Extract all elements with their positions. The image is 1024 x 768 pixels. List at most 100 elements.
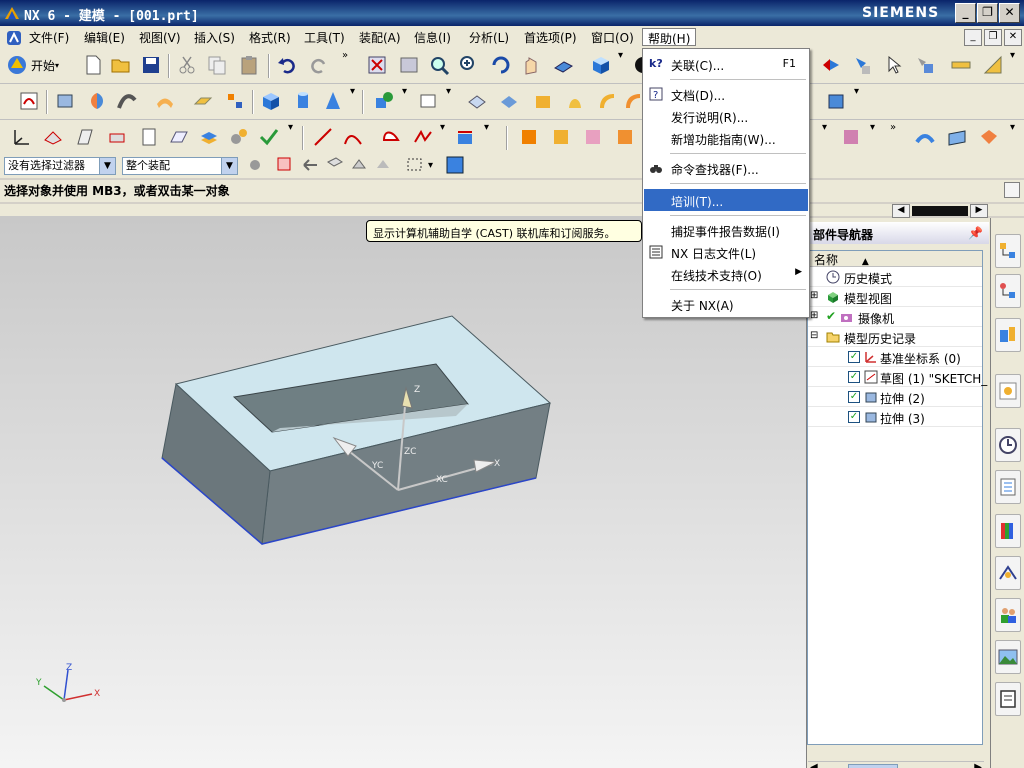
menu-information[interactable]: 信息(I) [409,28,456,46]
open-file-button[interactable] [108,52,134,78]
doc-restore-button[interactable]: ❐ [984,29,1002,46]
nx-app-icon[interactable] [4,5,20,21]
cylinder-button[interactable] [290,88,316,114]
toolbar-overflow-icon-2[interactable]: ▾ [1010,50,1015,61]
tree-node-model-views[interactable]: ⊞ 模型视图 [808,287,982,307]
boss-button[interactable] [562,88,588,114]
surface-ops-dropdown-icon[interactable]: ▾ [870,122,875,133]
menu-view[interactable]: 视图(V) [134,28,186,46]
menu-assembly[interactable]: 装配(A) [354,28,406,46]
mesh-button[interactable] [944,124,970,150]
check-dropdown-icon[interactable]: ▾ [288,122,293,133]
render-style-button[interactable] [588,52,614,78]
menu-format[interactable]: 格式(R) [244,28,296,46]
nav-scroll-thumb[interactable] [912,206,968,216]
select-all-button[interactable] [444,154,466,176]
close-button[interactable]: ✕ [999,3,1020,23]
pattern-button[interactable] [824,88,850,114]
block-button[interactable] [258,88,284,114]
through-curves-button[interactable] [912,124,938,150]
help-menu-item-documentation[interactable]: ? 文档(D)... [644,83,808,105]
selection-priority-button[interactable] [244,154,266,176]
help-menu-item-command-finder[interactable]: 命令查找器(F)... [644,157,808,179]
select-back-button[interactable] [300,154,322,176]
help-menu-item-release-notes[interactable]: 发行说明(R)... [644,105,808,127]
tree-node-extrude-3[interactable]: ✓ 拉伸 (3) [808,407,982,427]
sort-asc-icon[interactable]: ▲ [862,257,869,267]
visibility-checkbox[interactable]: ✓ [848,371,860,383]
reuse-library-tab[interactable] [995,374,1021,408]
roles-tab[interactable] [995,598,1021,632]
part-navigator-tab[interactable] [995,318,1021,352]
select-solid-button[interactable] [324,154,346,176]
chevron-down-icon[interactable]: ▼ [221,158,237,174]
rectangle-select-button[interactable] [404,154,426,176]
help-menu-item-whats-new[interactable]: 新增功能指南(W)... [644,127,808,149]
copy-button[interactable] [204,52,230,78]
unite-button[interactable] [372,88,398,114]
palette-tab[interactable] [995,514,1021,548]
type-filter-select[interactable]: 没有选择过滤器 ▼ [4,157,116,175]
point-select-button[interactable] [882,52,908,78]
process-studio-tab[interactable] [995,556,1021,590]
drafting-button[interactable] [166,124,192,150]
expand-plus-icon[interactable]: ⊞ [810,310,818,321]
chevron-down-icon[interactable]: ▼ [99,158,115,174]
visibility-checkbox[interactable]: ✓ [848,351,860,363]
help-menu-item-training[interactable]: 培训(T)... [644,189,808,211]
plane-button[interactable] [416,88,442,114]
sheet-button[interactable] [136,124,162,150]
curve-button[interactable] [410,124,436,150]
fill-surface-button[interactable] [976,124,1002,150]
help-menu-item-about[interactable]: 关于 NX(A) [644,293,808,315]
toolbar-overflow-icon-4[interactable]: ▾ [1010,122,1015,133]
history-palette-tab[interactable] [995,682,1021,716]
datum-plane-button[interactable] [190,88,216,114]
selection-scope-select[interactable]: 整个装配 ▼ [122,157,238,175]
save-button[interactable] [138,52,164,78]
nx-menu-icon[interactable] [6,30,22,46]
cone-button[interactable] [320,88,346,114]
assembly-button[interactable] [104,124,130,150]
expand-plus-icon[interactable]: ⊞ [810,290,818,301]
tree-column-header[interactable]: 名称 ▲ [808,251,982,267]
fit-view-button[interactable] [364,52,390,78]
surface-button[interactable] [152,88,178,114]
render-style-dropdown-icon[interactable]: ▾ [618,50,623,61]
new-file-button[interactable] [80,52,106,78]
nav-scroll-left-button[interactable]: ◀ [892,204,910,218]
sweep-button[interactable] [114,88,140,114]
menu-window[interactable]: 窗口(O) [586,28,639,46]
mate-button[interactable] [548,124,574,150]
orient-view-button[interactable] [850,52,876,78]
nav-scroll-right-button[interactable]: ▶ [970,204,988,218]
rectangle-select-dropdown-icon[interactable]: ▾ [428,160,433,171]
edge-blend-button[interactable] [464,88,490,114]
select-body-button[interactable] [372,154,394,176]
cut-button[interactable] [174,52,200,78]
pan-button[interactable] [518,52,544,78]
select-feature-button[interactable] [348,154,370,176]
layer-button[interactable] [196,124,222,150]
restore-button[interactable]: ❐ [977,3,998,23]
arc-button[interactable] [340,124,366,150]
menu-file[interactable]: 文件(F) [24,28,74,46]
menu-help[interactable]: 帮助(H) [642,28,697,46]
navigator-horizontal-scrollbar[interactable]: ◀ ▶ [808,761,984,768]
view-section-button[interactable] [40,124,66,150]
explode-button[interactable] [612,124,638,150]
rotate-button[interactable] [488,52,514,78]
tree-node-sketch[interactable]: ✓ 草图 (1) "SKETCH_ [808,367,987,387]
scroll-left-icon[interactable]: ◀ [810,762,818,768]
snap-view-button[interactable] [818,52,844,78]
web-browser-tab[interactable] [995,640,1021,674]
undo-button[interactable] [274,52,300,78]
measure-angle-button[interactable] [980,52,1006,78]
help-menu-item-online-support[interactable]: 在线技术支持(O) ▶ [644,263,808,285]
component-button[interactable] [580,124,606,150]
collapse-minus-icon[interactable]: ⊟ [810,330,818,341]
toolbar-overflow-icon-3[interactable]: » [890,122,896,133]
pocket-button[interactable] [594,88,620,114]
surface-ops-button[interactable] [838,124,864,150]
history-tab[interactable] [995,428,1021,462]
